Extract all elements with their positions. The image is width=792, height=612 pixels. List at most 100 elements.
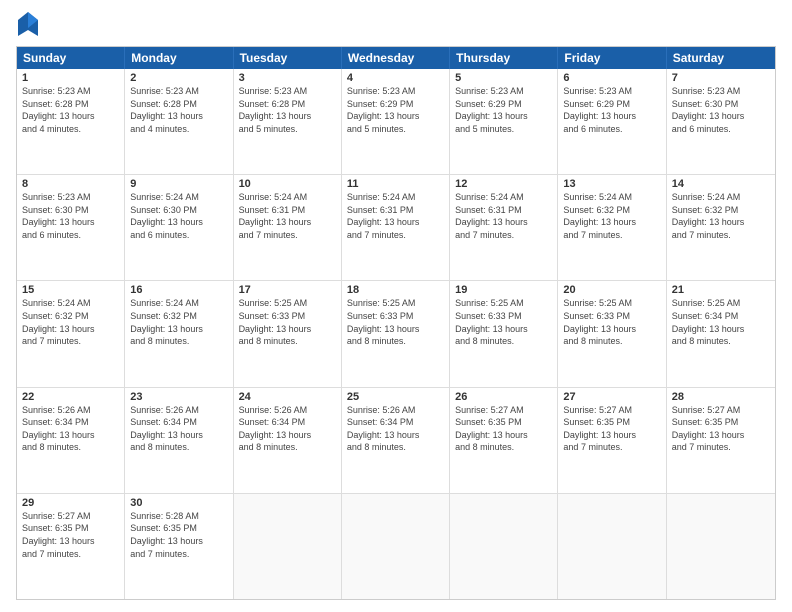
calendar-cell: 24Sunrise: 5:26 AM Sunset: 6:34 PM Dayli…: [234, 388, 342, 493]
day-number: 2: [130, 72, 227, 84]
day-info: Sunrise: 5:25 AM Sunset: 6:33 PM Dayligh…: [563, 297, 660, 347]
calendar-row: 1Sunrise: 5:23 AM Sunset: 6:28 PM Daylig…: [17, 69, 775, 174]
calendar-row: 15Sunrise: 5:24 AM Sunset: 6:32 PM Dayli…: [17, 280, 775, 386]
day-info: Sunrise: 5:27 AM Sunset: 6:35 PM Dayligh…: [563, 404, 660, 454]
calendar: SundayMondayTuesdayWednesdayThursdayFrid…: [16, 46, 776, 600]
weekday-header: Saturday: [667, 47, 775, 69]
calendar-cell: 17Sunrise: 5:25 AM Sunset: 6:33 PM Dayli…: [234, 281, 342, 386]
header: [16, 12, 776, 36]
day-number: 18: [347, 284, 444, 296]
day-number: 24: [239, 391, 336, 403]
calendar-cell: 4Sunrise: 5:23 AM Sunset: 6:29 PM Daylig…: [342, 69, 450, 174]
day-info: Sunrise: 5:27 AM Sunset: 6:35 PM Dayligh…: [455, 404, 552, 454]
calendar-cell: 7Sunrise: 5:23 AM Sunset: 6:30 PM Daylig…: [667, 69, 775, 174]
calendar-cell: 18Sunrise: 5:25 AM Sunset: 6:33 PM Dayli…: [342, 281, 450, 386]
day-number: 12: [455, 178, 552, 190]
page: SundayMondayTuesdayWednesdayThursdayFrid…: [0, 0, 792, 612]
calendar-cell: 16Sunrise: 5:24 AM Sunset: 6:32 PM Dayli…: [125, 281, 233, 386]
weekday-header: Wednesday: [342, 47, 450, 69]
day-info: Sunrise: 5:23 AM Sunset: 6:28 PM Dayligh…: [239, 85, 336, 135]
day-number: 25: [347, 391, 444, 403]
calendar-cell: 5Sunrise: 5:23 AM Sunset: 6:29 PM Daylig…: [450, 69, 558, 174]
day-number: 11: [347, 178, 444, 190]
calendar-cell: 11Sunrise: 5:24 AM Sunset: 6:31 PM Dayli…: [342, 175, 450, 280]
day-number: 17: [239, 284, 336, 296]
day-number: 3: [239, 72, 336, 84]
weekday-header: Tuesday: [234, 47, 342, 69]
day-info: Sunrise: 5:23 AM Sunset: 6:30 PM Dayligh…: [22, 191, 119, 241]
calendar-cell: 6Sunrise: 5:23 AM Sunset: 6:29 PM Daylig…: [558, 69, 666, 174]
day-number: 20: [563, 284, 660, 296]
day-info: Sunrise: 5:25 AM Sunset: 6:33 PM Dayligh…: [455, 297, 552, 347]
calendar-row: 29Sunrise: 5:27 AM Sunset: 6:35 PM Dayli…: [17, 493, 775, 599]
day-number: 4: [347, 72, 444, 84]
day-number: 14: [672, 178, 770, 190]
calendar-header: SundayMondayTuesdayWednesdayThursdayFrid…: [17, 47, 775, 69]
calendar-cell: 27Sunrise: 5:27 AM Sunset: 6:35 PM Dayli…: [558, 388, 666, 493]
calendar-cell: 8Sunrise: 5:23 AM Sunset: 6:30 PM Daylig…: [17, 175, 125, 280]
day-info: Sunrise: 5:25 AM Sunset: 6:34 PM Dayligh…: [672, 297, 770, 347]
day-number: 23: [130, 391, 227, 403]
day-number: 21: [672, 284, 770, 296]
calendar-cell: 3Sunrise: 5:23 AM Sunset: 6:28 PM Daylig…: [234, 69, 342, 174]
day-info: Sunrise: 5:23 AM Sunset: 6:28 PM Dayligh…: [130, 85, 227, 135]
calendar-cell: 2Sunrise: 5:23 AM Sunset: 6:28 PM Daylig…: [125, 69, 233, 174]
day-number: 29: [22, 497, 119, 509]
day-info: Sunrise: 5:24 AM Sunset: 6:31 PM Dayligh…: [455, 191, 552, 241]
day-info: Sunrise: 5:23 AM Sunset: 6:28 PM Dayligh…: [22, 85, 119, 135]
calendar-cell: 12Sunrise: 5:24 AM Sunset: 6:31 PM Dayli…: [450, 175, 558, 280]
day-info: Sunrise: 5:23 AM Sunset: 6:29 PM Dayligh…: [455, 85, 552, 135]
day-info: Sunrise: 5:26 AM Sunset: 6:34 PM Dayligh…: [130, 404, 227, 454]
calendar-cell: 25Sunrise: 5:26 AM Sunset: 6:34 PM Dayli…: [342, 388, 450, 493]
calendar-cell: 15Sunrise: 5:24 AM Sunset: 6:32 PM Dayli…: [17, 281, 125, 386]
day-number: 1: [22, 72, 119, 84]
day-info: Sunrise: 5:24 AM Sunset: 6:31 PM Dayligh…: [239, 191, 336, 241]
calendar-cell: 20Sunrise: 5:25 AM Sunset: 6:33 PM Dayli…: [558, 281, 666, 386]
day-number: 7: [672, 72, 770, 84]
calendar-cell: 1Sunrise: 5:23 AM Sunset: 6:28 PM Daylig…: [17, 69, 125, 174]
calendar-cell: 9Sunrise: 5:24 AM Sunset: 6:30 PM Daylig…: [125, 175, 233, 280]
calendar-cell: [450, 494, 558, 599]
calendar-cell: 23Sunrise: 5:26 AM Sunset: 6:34 PM Dayli…: [125, 388, 233, 493]
day-number: 9: [130, 178, 227, 190]
day-number: 10: [239, 178, 336, 190]
calendar-cell: [558, 494, 666, 599]
day-number: 16: [130, 284, 227, 296]
weekday-header: Sunday: [17, 47, 125, 69]
day-number: 15: [22, 284, 119, 296]
calendar-cell: [342, 494, 450, 599]
calendar-cell: [667, 494, 775, 599]
day-number: 28: [672, 391, 770, 403]
calendar-cell: 26Sunrise: 5:27 AM Sunset: 6:35 PM Dayli…: [450, 388, 558, 493]
calendar-cell: [234, 494, 342, 599]
calendar-body: 1Sunrise: 5:23 AM Sunset: 6:28 PM Daylig…: [17, 69, 775, 599]
weekday-header: Monday: [125, 47, 233, 69]
day-number: 27: [563, 391, 660, 403]
day-info: Sunrise: 5:23 AM Sunset: 6:29 PM Dayligh…: [347, 85, 444, 135]
day-number: 5: [455, 72, 552, 84]
logo-icon: [18, 12, 38, 36]
day-info: Sunrise: 5:24 AM Sunset: 6:31 PM Dayligh…: [347, 191, 444, 241]
calendar-row: 8Sunrise: 5:23 AM Sunset: 6:30 PM Daylig…: [17, 174, 775, 280]
day-info: Sunrise: 5:24 AM Sunset: 6:32 PM Dayligh…: [130, 297, 227, 347]
day-info: Sunrise: 5:28 AM Sunset: 6:35 PM Dayligh…: [130, 510, 227, 560]
day-number: 22: [22, 391, 119, 403]
day-number: 30: [130, 497, 227, 509]
calendar-cell: 22Sunrise: 5:26 AM Sunset: 6:34 PM Dayli…: [17, 388, 125, 493]
day-info: Sunrise: 5:25 AM Sunset: 6:33 PM Dayligh…: [239, 297, 336, 347]
day-number: 19: [455, 284, 552, 296]
weekday-header: Thursday: [450, 47, 558, 69]
day-info: Sunrise: 5:25 AM Sunset: 6:33 PM Dayligh…: [347, 297, 444, 347]
calendar-cell: 21Sunrise: 5:25 AM Sunset: 6:34 PM Dayli…: [667, 281, 775, 386]
day-info: Sunrise: 5:23 AM Sunset: 6:29 PM Dayligh…: [563, 85, 660, 135]
day-info: Sunrise: 5:27 AM Sunset: 6:35 PM Dayligh…: [672, 404, 770, 454]
day-number: 26: [455, 391, 552, 403]
day-number: 13: [563, 178, 660, 190]
day-info: Sunrise: 5:24 AM Sunset: 6:32 PM Dayligh…: [672, 191, 770, 241]
calendar-cell: 28Sunrise: 5:27 AM Sunset: 6:35 PM Dayli…: [667, 388, 775, 493]
day-info: Sunrise: 5:24 AM Sunset: 6:32 PM Dayligh…: [22, 297, 119, 347]
weekday-header: Friday: [558, 47, 666, 69]
calendar-cell: 10Sunrise: 5:24 AM Sunset: 6:31 PM Dayli…: [234, 175, 342, 280]
calendar-cell: 30Sunrise: 5:28 AM Sunset: 6:35 PM Dayli…: [125, 494, 233, 599]
calendar-cell: 13Sunrise: 5:24 AM Sunset: 6:32 PM Dayli…: [558, 175, 666, 280]
